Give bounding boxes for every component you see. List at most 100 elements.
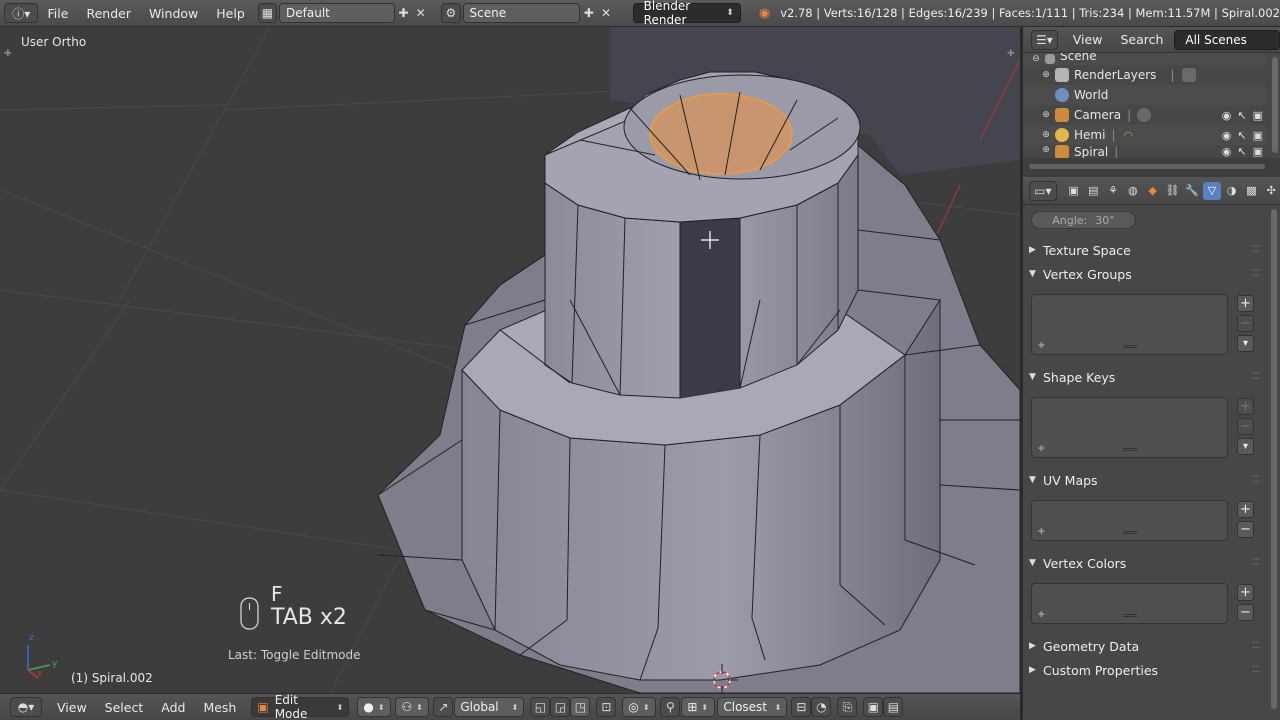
render-camera-icon[interactable]: ▣ (863, 697, 884, 717)
filter-icon[interactable]: ✚ (1038, 610, 1045, 619)
resize-handle[interactable] (1122, 448, 1137, 451)
drag-grip-icon[interactable]: ⁚⁚⁚⁚ (1252, 641, 1261, 651)
outliner-scrollbar[interactable] (1272, 57, 1278, 153)
limit-selection-icon[interactable]: ⊡ (596, 697, 617, 717)
menu-help[interactable]: Help (207, 6, 254, 21)
panel-vertex-groups[interactable]: ▼ Vertex Groups ⁚⁚⁚⁚ (1029, 263, 1261, 285)
properties-editor-icon[interactable]: ▭▾ (1029, 180, 1057, 201)
menu-mesh[interactable]: Mesh (194, 700, 245, 715)
mesh-data-tab-icon[interactable]: ▽ (1203, 181, 1221, 200)
menu-add[interactable]: Add (152, 700, 194, 715)
menu-window[interactable]: Window (140, 6, 207, 21)
scene-field[interactable]: Scene (462, 3, 581, 23)
transform-orientation-dropdown[interactable]: Global ⬍ (454, 697, 525, 717)
vertex-group-specials-button[interactable]: ▾ (1237, 335, 1254, 352)
eye-icon[interactable]: ◉ (1222, 129, 1232, 142)
eye-icon[interactable]: ◉ (1222, 109, 1232, 122)
autosmooth-angle-field[interactable]: Angle: 30° (1031, 211, 1136, 229)
render-engine-dropdown[interactable]: Blender Render ⬍ (632, 0, 741, 27)
proportional-edit-dropdown[interactable]: ◎ ⬍ (622, 697, 657, 717)
snap-target-dropdown[interactable]: Closest ⬍ (717, 697, 788, 717)
outliner-row-spiral[interactable]: ⊕ Spiral | ◉ ↖ ▣ (1023, 145, 1265, 158)
outliner-menu-view[interactable]: View (1064, 32, 1112, 47)
vertex-groups-list[interactable]: ✚ (1031, 294, 1228, 355)
add-screen-icon[interactable]: ✚ (395, 4, 412, 22)
outliner-row-camera[interactable]: ⊕ Camera | ◉ ↖ ▣ (1023, 105, 1265, 125)
screen-layout-icon[interactable]: ▦ (257, 3, 278, 23)
render-icon[interactable]: ▣ (1253, 145, 1263, 158)
panel-uv-maps[interactable]: ▼ UV Maps ⁚⁚⁚⁚ (1029, 469, 1261, 491)
toolshelf-toggle-icon[interactable]: ✚ (4, 49, 12, 59)
object-tab-icon[interactable]: ◆ (1144, 182, 1162, 200)
remove-vertex-group-button[interactable]: − (1237, 315, 1254, 332)
drag-grip-icon[interactable]: ⁚⁚⁚⁚ (1252, 372, 1261, 382)
constraints-tab-icon[interactable]: ⛓ (1163, 182, 1181, 200)
panel-texture-space[interactable]: ▶ Texture Space ⁚⁚⁚⁚ (1029, 239, 1261, 261)
edge-select-icon[interactable]: ◲ (550, 697, 571, 717)
expand-icon[interactable]: ⊕ (1041, 70, 1051, 80)
selected-face[interactable] (649, 93, 793, 175)
filter-icon[interactable]: ✚ (1038, 527, 1045, 536)
modifiers-tab-icon[interactable]: 🔧 (1183, 182, 1201, 200)
outliner-menu-search[interactable]: Search (1111, 32, 1172, 47)
render-animation-icon[interactable]: ▤ (883, 697, 904, 717)
opengl-render-icon[interactable]: ⎘ (837, 697, 858, 717)
resize-handle[interactable] (1122, 345, 1137, 348)
panel-custom-properties[interactable]: ▶ Custom Properties ⁚⁚⁚⁚ (1029, 659, 1261, 681)
outliner-editor-icon[interactable]: ☰▾ (1031, 29, 1058, 50)
drag-grip-icon[interactable]: ⁚⁚⁚⁚ (1252, 269, 1261, 279)
outliner-row-world[interactable]: World (1023, 85, 1265, 105)
expand-icon[interactable]: ⊕ (1041, 110, 1051, 120)
drag-grip-icon[interactable]: ⁚⁚⁚⁚ (1252, 245, 1261, 255)
snap-project-icon[interactable]: ⊟ (791, 697, 812, 717)
add-uv-map-button[interactable]: + (1237, 501, 1254, 518)
outliner-display-mode-dropdown[interactable]: All Scenes (1174, 29, 1280, 50)
outliner-hscroll[interactable] (1023, 158, 1280, 175)
outliner-row-scene[interactable]: ⊖ Scene (1023, 53, 1265, 65)
vertex-colors-list[interactable]: ✚ (1031, 583, 1228, 624)
remove-vertex-color-button[interactable]: − (1237, 604, 1254, 621)
remove-scene-icon[interactable]: ✕ (597, 4, 614, 22)
screen-layout-field[interactable]: Default (279, 3, 395, 23)
drag-grip-icon[interactable]: ⁚⁚⁚⁚ (1252, 475, 1261, 485)
snap-toggle-icon[interactable]: ⚲ (660, 697, 681, 717)
cursor-icon[interactable]: ↖ (1237, 129, 1246, 142)
3d-viewport[interactable]: User Ortho F TAB x2 Last: Toggle Editmod… (0, 27, 1020, 693)
texture-tab-icon[interactable]: ▩ (1243, 182, 1261, 200)
add-shape-key-button[interactable]: + (1237, 398, 1254, 415)
add-vertex-color-button[interactable]: + (1237, 584, 1254, 601)
uv-maps-list[interactable]: ✚ (1031, 500, 1228, 541)
menu-file[interactable]: File (39, 6, 78, 21)
render-icon[interactable]: ▣ (1253, 109, 1263, 122)
world-tab-icon[interactable]: ◍ (1124, 182, 1142, 200)
shape-keys-list[interactable]: ✚ (1031, 397, 1228, 458)
cursor-icon[interactable]: ↖ (1237, 109, 1246, 122)
menu-render[interactable]: Render (77, 6, 140, 21)
snap-element-dropdown[interactable]: ⊞ ⬍ (681, 697, 716, 717)
mode-dropdown[interactable]: ▣ Edit Mode ⬍ (251, 693, 350, 720)
resize-handle[interactable] (1122, 614, 1137, 617)
resize-handle[interactable] (1122, 531, 1137, 534)
add-scene-icon[interactable]: ✚ (580, 4, 597, 22)
face-select-icon[interactable]: ◳ (570, 697, 591, 717)
outliner-row-hemi[interactable]: ⊕ Hemi | ◠ ◉ ↖ ▣ (1023, 125, 1265, 145)
viewport-canvas[interactable] (0, 27, 1020, 693)
scene-icon[interactable]: ⚙ (441, 3, 461, 23)
scene-tab-icon[interactable]: ⚘ (1104, 182, 1122, 200)
snap-align-icon[interactable]: ◔ (811, 697, 832, 717)
drag-grip-icon[interactable]: ⁚⁚⁚⁚ (1252, 665, 1261, 675)
filter-icon[interactable]: ✚ (1038, 444, 1045, 453)
panel-vertex-colors[interactable]: ▼ Vertex Colors ⁚⁚⁚⁚ (1029, 552, 1260, 574)
cursor-icon[interactable]: ↖ (1237, 145, 1246, 158)
eye-icon[interactable]: ◉ (1222, 145, 1232, 158)
add-vertex-group-button[interactable]: + (1237, 295, 1254, 312)
expand-icon[interactable]: ⊖ (1031, 54, 1041, 64)
expand-icon[interactable]: ⊕ (1041, 145, 1051, 155)
properties-toggle-icon[interactable]: ✚ (1007, 49, 1015, 59)
menu-view[interactable]: View (48, 700, 96, 715)
manipulator-toggle-icon[interactable]: ↗ (433, 697, 454, 717)
panel-geometry-data[interactable]: ▶ Geometry Data ⁚⁚⁚⁚ (1029, 635, 1261, 657)
render-tab-icon[interactable]: ▣ (1065, 182, 1083, 200)
outliner-row-renderlayers[interactable]: ⊕ RenderLayers | (1023, 65, 1265, 85)
render-icon[interactable]: ▣ (1253, 129, 1263, 142)
